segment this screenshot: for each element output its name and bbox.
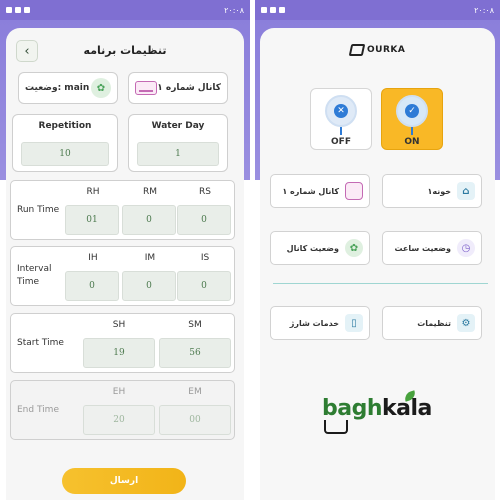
interval-time-label: Interval Time	[17, 264, 52, 287]
status-bar: ۲۰:۰۸	[255, 0, 500, 20]
tile-channel-1-label: کانال شماره ۱	[282, 186, 339, 196]
status-pill: وضعیت: main ✿	[18, 72, 118, 104]
status-bar: ۲۰:۰۸	[0, 0, 250, 20]
end-time-row: End Time EH EM 20 00	[10, 380, 235, 440]
repetition-label: Repetition	[38, 121, 92, 131]
tile-house-1-label: خونه۱	[427, 186, 451, 196]
tile-settings[interactable]: تنظیمات ⚙	[382, 306, 482, 340]
channel-label: کانال شماره ۱	[157, 83, 221, 93]
settings-screen: ۲۰:۰۸ ‹ تنظیمات برنامه وضعیت: main ✿ کان…	[0, 0, 250, 500]
tile-clock-status[interactable]: وضعیت ساعت ◷	[382, 231, 482, 265]
run-hour-header: RH	[86, 187, 100, 197]
end-minute-header: EM	[188, 387, 202, 397]
home-screen: ۲۰:۰۸ OURKA ✕ OFF ✓ ON کانال شماره ۱ خون…	[255, 0, 500, 500]
interval-hour-input[interactable]: 0	[65, 271, 119, 301]
start-minute-header: SM	[188, 320, 202, 330]
status-time: ۲۰:۰۸	[224, 5, 244, 15]
start-minute-input[interactable]: 56	[159, 338, 231, 368]
send-button[interactable]: ارسال	[62, 468, 186, 494]
page-title: تنظیمات برنامه	[83, 44, 167, 57]
interval-minute-input[interactable]: 0	[122, 271, 176, 301]
house-icon: ⌂	[457, 182, 475, 200]
off-button[interactable]: ✕ OFF	[310, 88, 372, 150]
run-time-label: Run Time	[17, 205, 60, 215]
air-conditioner-icon	[135, 81, 157, 95]
end-minute-input[interactable]: 00	[159, 405, 231, 435]
interval-second-header: IS	[200, 253, 210, 263]
run-second-header: RS	[199, 187, 211, 197]
air-conditioner-icon	[345, 182, 363, 200]
logo-text: OURKA	[367, 45, 406, 55]
end-time-label: End Time	[17, 405, 59, 415]
tile-charge-services[interactable]: خدمات شارژ ▯	[270, 306, 370, 340]
on-button[interactable]: ✓ ON	[381, 88, 443, 150]
run-second-input[interactable]: 0	[177, 205, 231, 235]
status-icons	[261, 7, 285, 13]
tile-channel-status[interactable]: وضعیت کانال ✿	[270, 231, 370, 265]
phone-charge-icon: ▯	[345, 314, 363, 332]
end-hour-input[interactable]: 20	[83, 405, 155, 435]
start-hour-header: SH	[112, 320, 126, 330]
section-divider	[273, 283, 488, 284]
off-label: OFF	[331, 137, 351, 147]
pin-stem	[411, 127, 413, 135]
chevron-left-icon: ‹	[24, 43, 30, 59]
tile-channel-status-label: وضعیت کانال	[286, 243, 339, 253]
end-hour-header: EH	[112, 387, 126, 397]
logo-icon	[348, 44, 366, 56]
power-off-icon: ✕	[325, 95, 357, 127]
water-day-box: Water Day 1	[128, 114, 228, 172]
app-logo: OURKA	[348, 44, 406, 56]
status-label: وضعیت: main	[25, 83, 90, 93]
status-icons	[6, 7, 30, 13]
start-time-row: Start Time SH SM 19 56	[10, 313, 235, 373]
plant-icon: ✿	[91, 78, 111, 98]
on-label: ON	[404, 137, 420, 147]
start-time-label: Start Time	[17, 338, 64, 348]
pin-stem	[340, 127, 342, 135]
tile-charge-services-label: خدمات شارژ	[289, 318, 339, 328]
tile-channel-1[interactable]: کانال شماره ۱	[270, 174, 370, 208]
run-minute-input[interactable]: 0	[122, 205, 176, 235]
water-day-input[interactable]: 1	[137, 142, 219, 166]
run-time-row: Run Time RH RM RS 01 0 0	[10, 180, 235, 240]
start-hour-input[interactable]: 19	[83, 338, 155, 368]
tile-settings-label: تنظیمات	[417, 318, 451, 328]
interval-minute-header: IM	[144, 253, 156, 263]
repetition-input[interactable]: 10	[21, 142, 109, 166]
run-minute-header: RM	[142, 187, 158, 197]
run-hour-input[interactable]: 01	[65, 205, 119, 235]
plant-icon: ✿	[345, 239, 363, 257]
baghkala-logo: baghkala	[322, 396, 432, 421]
interval-second-input[interactable]: 0	[177, 271, 231, 301]
cart-icon	[324, 420, 348, 434]
repetition-box: Repetition 10	[12, 114, 118, 172]
status-time: ۲۰:۰۸	[474, 5, 494, 15]
interval-time-row: Interval Time IH IM IS 0 0 0	[10, 246, 235, 306]
water-day-label: Water Day	[151, 121, 205, 131]
clock-icon: ◷	[457, 239, 475, 257]
channel-pill[interactable]: کانال شماره ۱	[128, 72, 228, 104]
gear-icon: ⚙	[457, 314, 475, 332]
tile-house-1[interactable]: خونه۱ ⌂	[382, 174, 482, 208]
power-on-icon: ✓	[396, 95, 428, 127]
back-button[interactable]: ‹	[16, 40, 38, 62]
tile-clock-status-label: وضعیت ساعت	[394, 243, 451, 253]
interval-hour-header: IH	[88, 253, 98, 263]
